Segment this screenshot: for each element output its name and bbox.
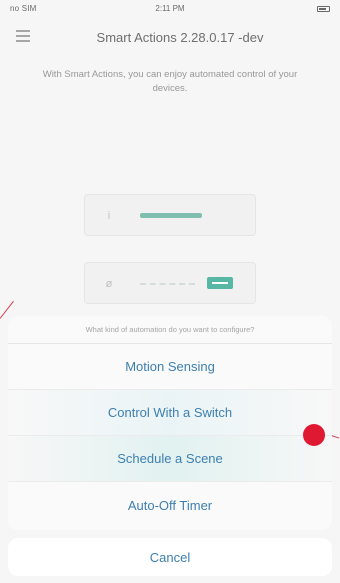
option-control-with-switch[interactable]: Control With a Switch	[8, 390, 332, 436]
option-schedule-scene[interactable]: Schedule a Scene	[8, 436, 332, 482]
cancel-button[interactable]: Cancel	[8, 538, 332, 576]
action-sheet-prompt: What kind of automation do you want to c…	[8, 316, 332, 344]
option-auto-off-timer[interactable]: Auto-Off Timer	[8, 482, 332, 528]
action-sheet: What kind of automation do you want to c…	[8, 316, 332, 530]
option-motion-sensing[interactable]: Motion Sensing	[8, 344, 332, 390]
annotation-marker	[303, 424, 325, 446]
